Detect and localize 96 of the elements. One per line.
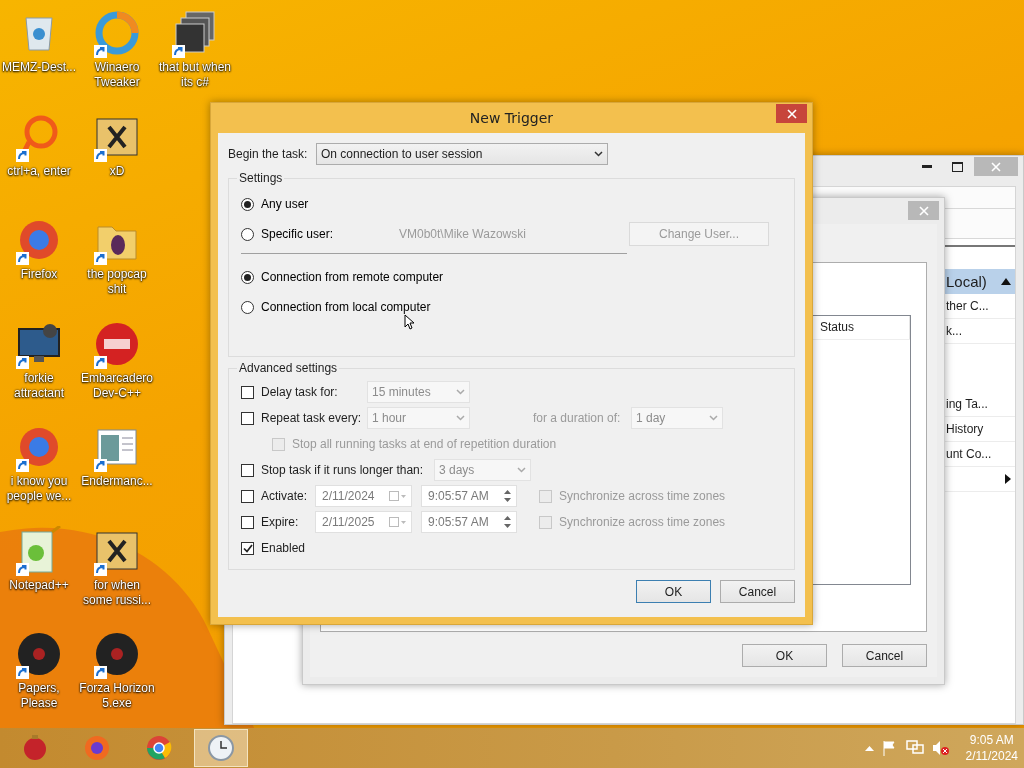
option-label: Synchronize across time zones: [559, 489, 726, 503]
caret-up-icon: [864, 745, 874, 751]
mouse-pointer-icon: [404, 314, 416, 330]
chevron-down-icon: [709, 415, 718, 421]
desktop-shortcut-label: MEMZ-Dest...: [1, 60, 77, 75]
radio-option[interactable]: Connection from local computer: [241, 292, 784, 322]
dialog-button[interactable]: Cancel: [842, 644, 927, 667]
action-item[interactable]: k...: [946, 324, 962, 338]
browser-icon: [145, 733, 173, 763]
group-title: Advanced settings: [238, 361, 339, 375]
desktop-shortcut-label: Notepad++: [8, 577, 70, 593]
option-label: Stop all running tasks at end of repetition duration: [292, 437, 557, 451]
desktop-shortcut-label: Forza Horizon 5.exe: [78, 681, 156, 711]
action-item[interactable]: History: [946, 422, 984, 436]
maximize-icon: [951, 161, 963, 172]
begin-task-label: Begin the task:: [228, 147, 309, 161]
radio-button[interactable]: [241, 197, 254, 211]
desktop-shortcut-label: for when some russi...: [82, 577, 152, 608]
desktop-shortcut-label: i know you people we...: [5, 474, 73, 504]
action-pane-header[interactable]: Local): [944, 269, 1015, 294]
dialog-button[interactable]: OK: [636, 580, 711, 603]
checkbox[interactable]: [241, 541, 254, 555]
desktop-shortcut[interactable]: Winaero Tweaker: [78, 8, 156, 112]
action-item[interactable]: ing Ta...: [946, 397, 988, 411]
desktop-shortcut-label: ctrl+a, enter: [6, 163, 72, 179]
minimize-icon: [922, 165, 932, 168]
clock-icon: [207, 733, 235, 763]
user-name: VM0b0t\Mike Wazowski: [399, 227, 527, 241]
close-icon: [918, 205, 929, 216]
option-label: Repeat task every:: [261, 411, 362, 425]
desktop-shortcut-label: Firefox: [19, 267, 59, 282]
chevron-down-icon: [456, 389, 465, 395]
action-pane-title: Local): [946, 273, 987, 290]
desktop-shortcut[interactable]: Notepad++: [0, 525, 78, 629]
tray-volume-button[interactable]: [931, 740, 950, 756]
calendar-icon: [389, 517, 407, 527]
desktop-shortcut[interactable]: forkie attractant: [0, 318, 78, 422]
desktop-shortcut-label: Winaero Tweaker: [93, 60, 141, 90]
desktop-shortcut[interactable]: Papers, Please: [0, 629, 78, 728]
close-button[interactable]: [776, 104, 807, 123]
desktop-shortcut[interactable]: MEMZ-Dest...: [0, 8, 78, 112]
radio-option[interactable]: Specific user:: [241, 219, 391, 249]
collapse-icon: [1001, 278, 1011, 285]
option-label: Stop task if it runs longer than:: [261, 463, 424, 477]
radio-option[interactable]: Any user: [241, 189, 309, 219]
taskbar-app[interactable]: [194, 729, 248, 767]
flag-icon: [881, 740, 898, 756]
network-icon: [905, 740, 924, 756]
speaker-muted-icon: [931, 740, 950, 756]
desktop-shortcut-label: Papers, Please: [17, 681, 61, 711]
group-title: Settings: [238, 171, 284, 185]
desktop-shortcut[interactable]: xD: [78, 111, 156, 215]
spinner-icon: [503, 488, 512, 504]
duration-label: for a duration of:: [533, 411, 622, 425]
browser-icon: [83, 733, 111, 763]
window-title: New Trigger: [469, 110, 554, 126]
desktop-shortcut[interactable]: for when some russi...: [78, 525, 156, 629]
desktop-shortcut[interactable]: that but when its c#: [156, 8, 234, 112]
close-icon: [786, 108, 797, 119]
radio-button[interactable]: [241, 270, 254, 284]
action-item[interactable]: ther C...: [946, 299, 989, 313]
begin-task-dropdown[interactable]: On connection to user session: [316, 143, 608, 165]
option-label: Synchronize across time zones: [559, 515, 726, 529]
option-label: Expire:: [261, 515, 299, 529]
desktop-shortcut[interactable]: the popcap shit: [78, 215, 156, 319]
radio-option[interactable]: Connection from remote computer: [241, 262, 784, 292]
option-label: Activate:: [261, 489, 308, 503]
desktop-shortcut[interactable]: Firefox: [0, 215, 78, 319]
dialog-button[interactable]: OK: [742, 644, 827, 667]
spinner-icon: [503, 514, 512, 530]
desktop-shortcut[interactable]: Forza Horizon 5.exe: [78, 629, 156, 728]
desktop-shortcut-label: Embarcadero Dev-C++: [79, 370, 154, 401]
clock-time[interactable]: 9:05 AM: [969, 732, 1014, 748]
desktop-shortcut-label: Endermanc...: [80, 474, 154, 489]
radio-button[interactable]: [241, 227, 254, 241]
option-label: Delay task for:: [261, 385, 338, 399]
desktop-shortcut[interactable]: ctrl+a, enter: [0, 111, 78, 215]
dialog-button[interactable]: Cancel: [720, 580, 795, 603]
action-item[interactable]: unt Co...: [946, 447, 992, 461]
column-header[interactable]: Status: [814, 316, 910, 339]
chevron-down-icon: [456, 415, 465, 421]
calendar-icon: [389, 491, 407, 501]
option-label: Enabled: [261, 541, 306, 555]
desktop-shortcut[interactable]: Endermanc...: [78, 422, 156, 526]
desktop-shortcut-label: xD: [108, 163, 126, 179]
desktop-shortcut[interactable]: i know you people we...: [0, 422, 78, 526]
desktop-shortcut-label: forkie attractant: [13, 370, 65, 401]
clock-date[interactable]: 2/11/2024: [965, 748, 1018, 764]
ornament-icon: [21, 733, 49, 763]
close-icon: [991, 161, 1001, 172]
chevron-down-icon: [517, 467, 526, 473]
desktop-shortcut-label: that but when its c#: [157, 60, 233, 90]
desktop-shortcut-label: the popcap shit: [86, 267, 148, 297]
desktop-shortcut[interactable]: Embarcadero Dev-C++: [78, 318, 156, 422]
chevron-down-icon: [594, 151, 603, 157]
radio-button[interactable]: [241, 300, 254, 314]
